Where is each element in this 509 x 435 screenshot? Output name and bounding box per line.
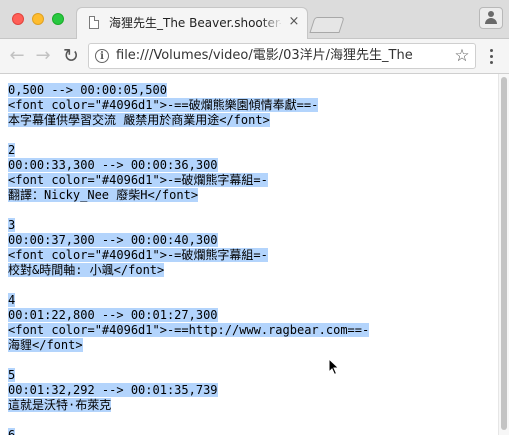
text-line: [8, 128, 369, 143]
window-close-button[interactable]: [12, 13, 24, 25]
text-line-content: 3: [8, 218, 16, 232]
text-line: 這就是沃特·布萊克: [8, 398, 369, 413]
reload-icon[interactable]: ↻: [60, 45, 82, 67]
text-line: [8, 353, 369, 368]
text-line-content: 0,500 --> 00:00:05,500: [8, 83, 167, 97]
text-line-content: <font color="#4096d1">-==http://www.ragb…: [8, 323, 370, 337]
text-line: 校對&時間軸: 小颯</font>: [8, 263, 369, 278]
user-icon: [488, 11, 494, 17]
text-line: 00:00:33,300 --> 00:00:36,300: [8, 158, 369, 173]
text-line: 00:01:22,800 --> 00:01:27,300: [8, 308, 369, 323]
tab-title: 海狸先生_The Beaver.shooter-Rabbit.srt: [109, 16, 281, 30]
text-line-content: <font color="#4096d1">-=破爛熊字幕組=-: [8, 248, 268, 262]
text-line: 翻譯：Nicky_Nee 廢柴H</font>: [8, 188, 369, 203]
vertical-scrollbar[interactable]: [498, 74, 509, 435]
text-line-content: <font color="#4096d1">-==破爛熊樂園傾情奉獻==-: [8, 98, 319, 112]
text-line-content: 這就是沃特·布萊克: [8, 398, 112, 412]
tab-title-fade: [261, 14, 283, 32]
text-line-content: 4: [8, 293, 16, 307]
text-line-content: 翻譯：Nicky_Nee 廢柴H</font>: [8, 188, 199, 202]
back-arrow-icon[interactable]: ←: [6, 45, 28, 67]
address-bar[interactable]: i file:///Volumes/video/電影/03洋片/海狸先生_The…: [88, 43, 476, 69]
subtitle-text[interactable]: 0,500 --> 00:00:05,500 <font color="#4096…: [8, 83, 370, 435]
tab-close-icon[interactable]: ×: [287, 15, 301, 29]
text-line-content: 6: [8, 428, 16, 435]
text-line-content: 5: [8, 368, 16, 382]
text-line: 4: [8, 293, 369, 308]
info-icon[interactable]: i: [95, 49, 109, 63]
text-line: 00:01:32,292 --> 00:01:35,739: [8, 383, 369, 398]
text-line: 5: [8, 368, 369, 383]
text-line-content: 00:01:32,292 --> 00:01:35,739: [8, 383, 218, 397]
menu-dot: [490, 55, 493, 58]
document-icon: [89, 16, 99, 29]
text-line: [8, 413, 369, 428]
bookmark-star-icon[interactable]: ☆: [453, 46, 471, 66]
title-bar: 海狸先生_The Beaver.shooter-Rabbit.srt ×: [0, 0, 509, 39]
forward-arrow-icon[interactable]: →: [32, 45, 54, 67]
window-minimize-button[interactable]: [32, 13, 44, 25]
more-vertical-icon[interactable]: [484, 45, 500, 67]
tab-active[interactable]: 海狸先生_The Beaver.shooter-Rabbit.srt ×: [76, 7, 308, 39]
text-line-content: 2: [8, 143, 16, 157]
text-line: 0,500 --> 00:00:05,500: [8, 83, 369, 98]
profile-button[interactable]: [479, 7, 503, 29]
text-line: 6: [8, 428, 369, 435]
text-line: <font color="#4096d1">-==破爛熊樂園傾情奉獻==-: [8, 98, 369, 113]
new-tab-button[interactable]: [309, 17, 345, 33]
scrollbar-thumb[interactable]: [501, 77, 507, 430]
text-line: 3: [8, 218, 369, 233]
toolbar: ← → ↻ i file:///Volumes/video/電影/03洋片/海狸…: [0, 39, 509, 74]
text-line: [8, 203, 369, 218]
page-content[interactable]: 0,500 --> 00:00:05,500 <font color="#4096…: [0, 74, 498, 435]
text-line: <font color="#4096d1">-=破爛熊字幕組=-: [8, 248, 369, 263]
text-line: <font color="#4096d1">-=破爛熊字幕組=-: [8, 173, 369, 188]
text-line: 00:00:37,300 --> 00:00:40,300: [8, 233, 369, 248]
text-line: 海貍</font>: [8, 338, 369, 353]
text-line-content: 本字幕僅供學習交流 嚴禁用於商業用途</font>: [8, 113, 270, 127]
text-line: 2: [8, 143, 369, 158]
menu-dot: [490, 49, 493, 52]
text-line: 本字幕僅供學習交流 嚴禁用於商業用途</font>: [8, 113, 369, 128]
window-maximize-button[interactable]: [52, 13, 64, 25]
text-line-content: 00:01:22,800 --> 00:01:27,300: [8, 308, 218, 322]
user-icon-body: [485, 18, 497, 24]
mouse-pointer-icon: [328, 358, 340, 376]
text-line-content: 海貍</font>: [8, 338, 83, 352]
menu-dot: [490, 61, 493, 64]
text-line: [8, 278, 369, 293]
text-line-content: <font color="#4096d1">-=破爛熊字幕組=-: [8, 173, 268, 187]
url-text[interactable]: file:///Volumes/video/電影/03洋片/海狸先生_The: [116, 48, 446, 64]
text-line-content: 00:00:37,300 --> 00:00:40,300: [8, 233, 218, 247]
text-line-content: 校對&時間軸: 小颯</font>: [8, 263, 165, 277]
text-line: <font color="#4096d1">-==http://www.ragb…: [8, 323, 370, 338]
text-line-content: 00:00:33,300 --> 00:00:36,300: [8, 158, 218, 172]
